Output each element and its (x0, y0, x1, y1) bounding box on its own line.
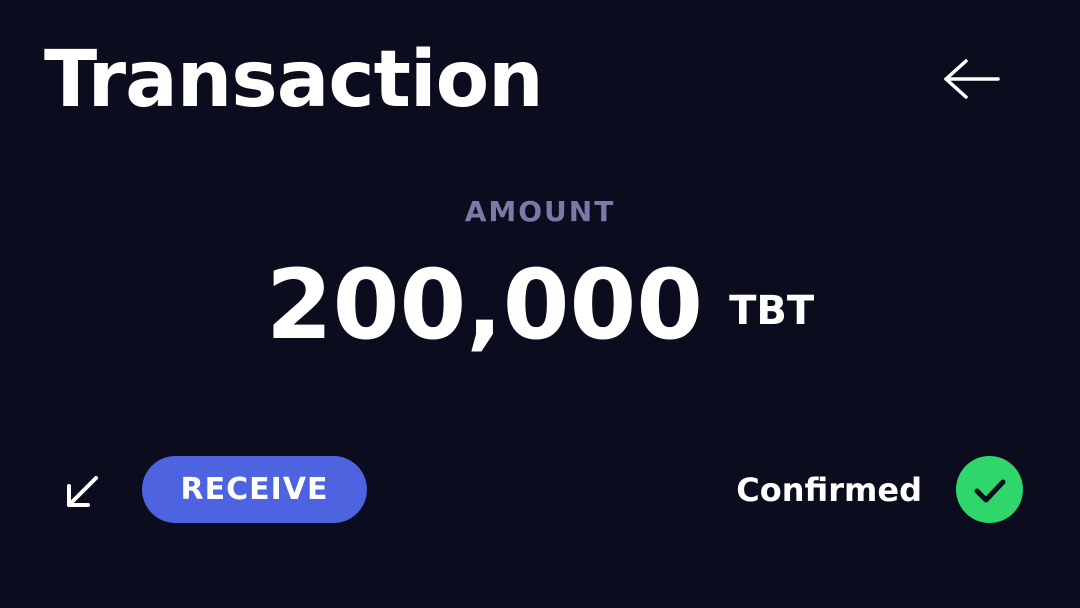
transaction-screen: Transaction AMOUNT 200,000 TBT RECEIVE C… (0, 0, 1080, 608)
transaction-type-badge: RECEIVE (142, 456, 367, 523)
amount-display: 200,000 TBT (0, 250, 1080, 360)
amount-label: AMOUNT (464, 195, 616, 228)
arrow-left-icon (944, 59, 1000, 99)
amount-value: 200,000 (265, 249, 704, 361)
amount-unit: TBT (729, 288, 815, 334)
page-title: Transaction (44, 35, 544, 125)
arrow-down-left-icon (62, 472, 102, 512)
check-circle-icon (956, 456, 1023, 523)
status-label: Confirmed (736, 471, 922, 509)
back-button[interactable] (936, 54, 1006, 104)
